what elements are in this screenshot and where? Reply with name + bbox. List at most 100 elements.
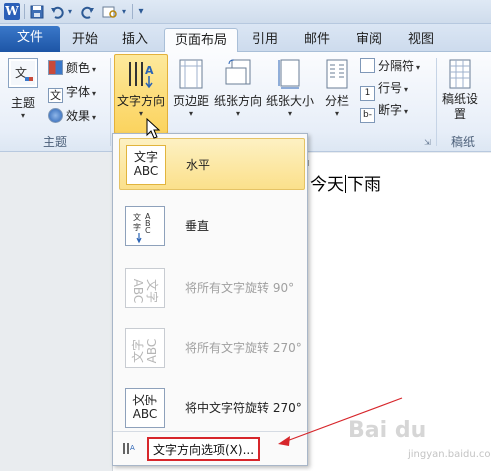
menu-item-label: 将所有文字旋转 90°: [185, 281, 295, 295]
theme-colors-label: 颜色: [66, 61, 91, 75]
size-dropdown-icon: ▾: [287, 109, 292, 118]
svg-text:A: A: [145, 64, 154, 77]
chevron-down-icon: ▾: [416, 63, 421, 72]
fonts-icon: 文: [48, 88, 63, 103]
line-numbers-label: 行号: [378, 81, 403, 95]
chevron-down-icon: ▾: [404, 85, 409, 94]
theme-fonts-button[interactable]: 文字体 ▾: [48, 82, 97, 103]
group-divider: [110, 58, 111, 146]
text-before-cursor: 今天: [310, 175, 344, 195]
effects-icon: [48, 108, 63, 123]
print-dropdown-icon[interactable]: ▾: [120, 3, 128, 21]
margins-button[interactable]: 页边距 ▾: [170, 56, 212, 128]
text-direction-options-icon: A: [121, 440, 137, 460]
menu-item-vertical[interactable]: 文字ABC 垂直: [119, 200, 305, 252]
chevron-down-icon: ▾: [92, 89, 97, 98]
text-direction-dropdown-icon: ▾: [138, 109, 143, 118]
chevron-down-icon: ▾: [404, 107, 409, 116]
menu-item-label: 垂直: [185, 219, 210, 233]
paper-setup-button[interactable]: 稿纸设置: [440, 56, 480, 128]
theme-effects-button[interactable]: 效果 ▾: [48, 106, 96, 126]
rotate-90-text-icon: 文字 ABC: [125, 268, 165, 308]
redo-icon[interactable]: [80, 3, 96, 21]
tab-view[interactable]: 视图: [400, 28, 442, 52]
svg-text:字: 字: [133, 222, 141, 232]
columns-button[interactable]: 分栏 ▾: [320, 56, 354, 128]
tab-review[interactable]: 审阅: [348, 28, 390, 52]
qat-divider: [24, 4, 25, 19]
menu-item-rotate-270: 文字 ABC 将所有文字旋转 270°: [119, 322, 305, 374]
paper-setup-label: 稿纸设置: [441, 92, 478, 121]
chevron-down-icon: ▾: [92, 65, 97, 74]
tab-page-layout[interactable]: 页面布局: [164, 28, 238, 53]
save-icon[interactable]: [29, 3, 45, 21]
text-direction-options-item[interactable]: 文字方向选项(X)...: [147, 437, 261, 461]
paper-setup-icon: [448, 58, 472, 90]
menu-item-rotate-90: 文字 ABC 将所有文字旋转 90°: [119, 262, 305, 314]
margins-icon: [178, 58, 204, 90]
theme-group-label: 主题: [42, 135, 67, 149]
text-cursor: [345, 175, 346, 193]
ribbon-tabs: 文件 开始 插入 页面布局 引用 邮件 审阅 视图: [0, 24, 491, 53]
menu-item-label: 水平: [186, 158, 211, 172]
document-text[interactable]: 今天 下雨: [310, 170, 381, 195]
menu-item-horizontal[interactable]: 文字 ABC 水平: [119, 138, 305, 190]
size-label: 纸张大小: [265, 94, 314, 108]
tab-insert[interactable]: 插入: [112, 28, 158, 52]
themes-dropdown-icon: ▾: [20, 111, 25, 120]
menu-item-rotate-chinese-270[interactable]: 文字 ABC 将中文字符旋转 270°: [119, 382, 305, 434]
customize-qat-icon[interactable]: ▾: [136, 3, 146, 21]
vertical-text-icon: 文字ABC: [125, 206, 165, 246]
rotate-chinese-text-icon: 文字 ABC: [125, 388, 165, 428]
tab-references[interactable]: 引用: [244, 28, 286, 52]
orientation-label: 纸张方向: [213, 94, 262, 108]
word-logo-icon[interactable]: W: [4, 3, 20, 20]
hyphenation-button[interactable]: b- 断字 ▾: [360, 100, 409, 123]
orientation-icon: [223, 58, 253, 90]
tab-mailings[interactable]: 邮件: [296, 28, 338, 52]
text-direction-icon: A: [124, 58, 158, 90]
theme-effects-label: 效果: [66, 109, 91, 123]
quick-access-toolbar: W ▾ ▾ ▾: [0, 0, 491, 24]
orientation-button[interactable]: 纸张方向 ▾: [212, 56, 264, 128]
mouse-pointer-icon: [146, 118, 161, 139]
horizontal-text-icon: 文字 ABC: [126, 145, 166, 185]
page-setup-launcher-icon[interactable]: ⇲: [424, 138, 431, 147]
breaks-button[interactable]: 分隔符 ▾: [360, 56, 420, 76]
chevron-down-icon: ▾: [92, 113, 97, 122]
undo-dropdown-icon[interactable]: ▾: [66, 3, 74, 21]
menu-item-label: 将中文字符旋转 270°: [185, 401, 302, 415]
size-button[interactable]: 纸张大小 ▾: [264, 56, 316, 128]
menu-item-label: 将所有文字旋转 270°: [185, 341, 302, 355]
text-direction-menu: 文字 ABC 水平 文字ABC 垂直 文字 ABC 将所有文字旋转 90° 文字 AB…: [112, 133, 308, 466]
columns-dropdown-icon: ▾: [334, 109, 339, 118]
watermark: Bai du: [348, 418, 427, 443]
svg-text:C: C: [145, 226, 151, 235]
undo-icon[interactable]: [49, 3, 65, 21]
svg-text:A: A: [130, 444, 135, 452]
themes-icon: 文: [8, 58, 38, 88]
tab-file[interactable]: 文件: [0, 26, 60, 52]
themes-button[interactable]: 文 主题 ▾: [4, 56, 42, 128]
breaks-label: 分隔符: [378, 59, 415, 73]
colors-icon: [48, 60, 63, 75]
themes-label: 主题: [10, 96, 35, 110]
tab-home[interactable]: 开始: [62, 28, 108, 52]
text-after-cursor: 下雨: [347, 175, 381, 195]
columns-label: 分栏: [324, 94, 349, 108]
paper-group-label: 稿纸: [450, 135, 475, 149]
margins-dropdown-icon: ▾: [188, 109, 193, 118]
text-direction-label: 文字方向: [116, 94, 165, 108]
rotate-270-text-icon: 文字 ABC: [125, 328, 165, 368]
menu-footer: A 文字方向选项(X)...: [113, 431, 307, 465]
size-icon: [277, 58, 303, 90]
group-divider: [436, 58, 437, 146]
theme-fonts-label: 字体: [66, 85, 91, 99]
print-preview-icon[interactable]: [101, 3, 119, 21]
line-numbers-button[interactable]: 1 行号 ▾: [360, 78, 409, 101]
svg-text:文: 文: [133, 212, 141, 222]
line-numbers-icon: 1: [360, 86, 375, 101]
hyphenation-icon: b-: [360, 108, 375, 123]
watermark-url: jingyan.baidu.com: [408, 449, 491, 460]
theme-colors-button[interactable]: 颜色 ▾: [48, 58, 96, 78]
